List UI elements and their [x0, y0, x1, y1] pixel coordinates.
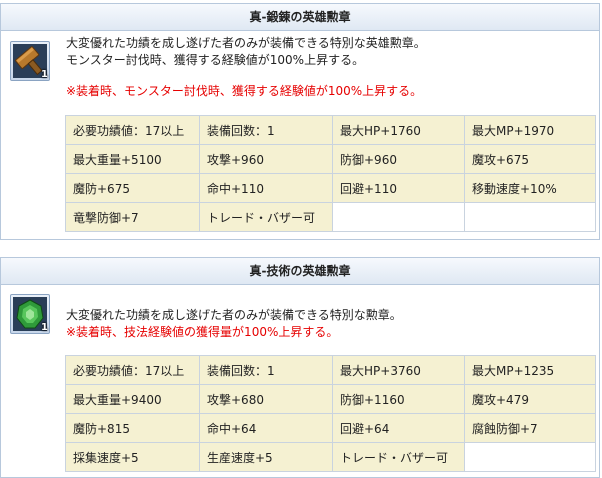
stat-cell: 攻撃+960 [199, 144, 333, 174]
stat-cell: 最大HP+1760 [332, 115, 465, 145]
stat-cell: 魔攻+675 [464, 144, 596, 174]
stat-cell-empty [464, 202, 596, 232]
stat-cell: 命中+64 [199, 413, 333, 443]
stat-cell: 防御+960 [332, 144, 465, 174]
stat-cell: 最大HP+3760 [332, 355, 465, 385]
stat-cell: 最大重量+5100 [65, 144, 200, 174]
desc-line-1: 大変優れた功績を成し遂げた者のみが装備できる特別な英雄勲章。 [66, 36, 426, 50]
stats-table: 必要功績値：17以上 装備回数：1 最大HP+1760 最大MP+1970 最大… [65, 115, 596, 232]
desc-line-2: モンスター討伐時、獲得する経験値が100%上昇する。 [66, 53, 365, 67]
item-icon-box: 1 [10, 294, 50, 334]
equip-note: ※装着時、モンスター討伐時、獲得する経験値が100%上昇する。 [66, 84, 423, 98]
stat-cell: 魔防+815 [65, 413, 200, 443]
item-title: 真-鍛錬の英雄勲章 [1, 4, 599, 31]
stat-cell: 攻撃+680 [199, 384, 333, 414]
stat-cell: 最大MP+1235 [464, 355, 596, 385]
stat-cell: 装備回数：1 [199, 115, 333, 145]
item-icon-box: 1 [10, 41, 50, 81]
stat-cell: 竜撃防御+7 [65, 202, 200, 232]
equip-note: ※装着時、技法経験値の獲得量が100%上昇する。 [66, 325, 339, 339]
stat-cell: 最大MP+1970 [464, 115, 596, 145]
item-title: 真-技術の英雄勲章 [1, 258, 599, 285]
stat-cell-empty [332, 202, 465, 232]
item-card-1: 真-鍛錬の英雄勲章 1 大変優れた功績を成し遂げた者のみが装備できる特別な英雄勲… [0, 3, 600, 240]
stat-cell: 装備回数：1 [199, 355, 333, 385]
stats-table: 必要功績値：17以上 装備回数：1 最大HP+3760 最大MP+1235 最大… [65, 355, 596, 472]
item-description: 大変優れた功績を成し遂げた者のみが装備できる特別な英雄勲章。 モンスター討伐時、… [66, 35, 426, 100]
stat-cell-empty [464, 442, 596, 472]
desc-line-1: 大変優れた功績を成し遂げた者のみが装備できる特別な勲章。 [66, 308, 402, 322]
item-card-2: 真-技術の英雄勲章 1 大変優れた功績を成し遂げた者のみが装備できる特別な勲章。… [0, 257, 600, 478]
stat-cell: 最大重量+9400 [65, 384, 200, 414]
stat-cell: 魔防+675 [65, 173, 200, 203]
stat-cell: トレード・バザー可 [199, 202, 333, 232]
stat-cell: トレード・バザー可 [332, 442, 465, 472]
item-description: 大変優れた功績を成し遂げた者のみが装備できる特別な勲章。 ※装着時、技法経験値の… [66, 307, 402, 341]
stat-cell: 生産速度+5 [199, 442, 333, 472]
item-count-badge: 1 [41, 322, 48, 333]
stat-cell: 防御+1160 [332, 384, 465, 414]
stat-cell: 必要功績値：17以上 [65, 115, 200, 145]
stat-cell: 採集速度+5 [65, 442, 200, 472]
stat-cell: 回避+64 [332, 413, 465, 443]
stat-cell: 移動速度+10% [464, 173, 596, 203]
stat-cell: 回避+110 [332, 173, 465, 203]
stat-cell: 必要功績値：17以上 [65, 355, 200, 385]
stat-cell: 命中+110 [199, 173, 333, 203]
stat-cell: 腐蝕防御+7 [464, 413, 596, 443]
stat-cell: 魔攻+479 [464, 384, 596, 414]
item-count-badge: 1 [41, 69, 48, 80]
